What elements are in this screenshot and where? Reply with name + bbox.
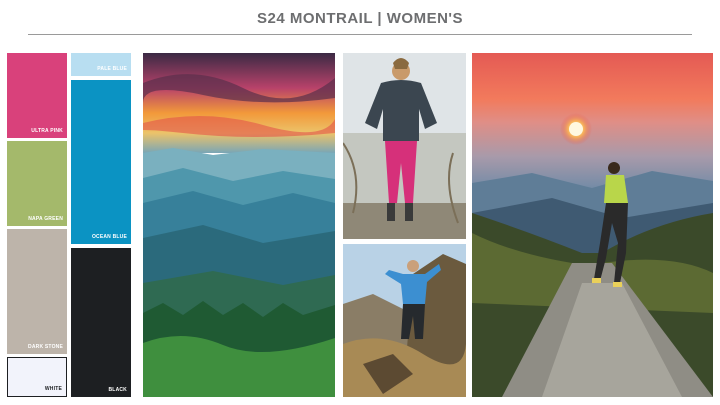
swatch-label: WHITE: [44, 386, 62, 392]
runner-jumping-photo: [343, 244, 466, 397]
page-title: S24 MONTRAIL | WOMEN'S: [257, 10, 463, 27]
swatch-label: OCEAN BLUE: [91, 234, 127, 240]
swatch-white: WHITE: [7, 357, 67, 397]
title-divider: [28, 34, 692, 35]
swatch-label: PALE BLUE: [97, 66, 127, 72]
swatch-label: ULTRA PINK: [31, 128, 63, 134]
swatch-black: BLACK: [71, 248, 131, 397]
swatch-pale-blue: PALE BLUE: [71, 53, 131, 76]
swatch-ultra-pink: ULTRA PINK: [7, 53, 67, 138]
mountain-sunset-photo: [143, 53, 335, 397]
swatch-dark-stone: DARK STONE: [7, 229, 67, 354]
swatch-label: NAPA GREEN: [28, 216, 63, 222]
runner-standing-photo: [343, 53, 466, 239]
swatch-napa-green: NAPA GREEN: [7, 141, 67, 226]
swatch-ocean-blue: OCEAN BLUE: [71, 80, 131, 244]
trail-runner-sunset-photo: [472, 53, 713, 397]
swatch-label: BLACK: [108, 387, 127, 393]
swatch-label: DARK STONE: [28, 344, 63, 350]
